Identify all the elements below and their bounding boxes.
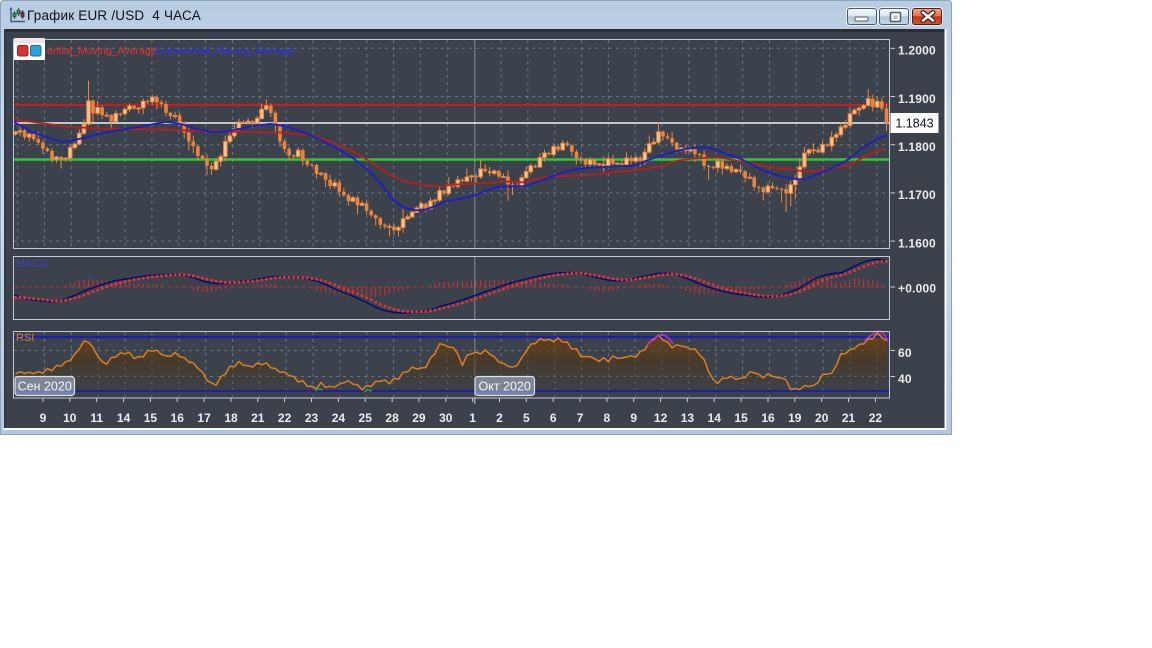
svg-text:23: 23 — [305, 411, 319, 425]
svg-text:1.1700: 1.1700 — [898, 188, 936, 202]
svg-text:1.1800: 1.1800 — [898, 140, 936, 154]
svg-text:8: 8 — [604, 411, 611, 425]
svg-text:16: 16 — [761, 411, 775, 425]
svg-text:15: 15 — [734, 411, 748, 425]
svg-text:1.1600: 1.1600 — [898, 236, 936, 250]
svg-text:2: 2 — [496, 411, 503, 425]
svg-text:1.1843: 1.1843 — [895, 116, 933, 130]
svg-text:1.1900: 1.1900 — [898, 92, 936, 106]
svg-text:18: 18 — [224, 411, 238, 425]
svg-text:9: 9 — [40, 411, 47, 425]
svg-text:28: 28 — [385, 411, 399, 425]
svg-text:12: 12 — [654, 411, 668, 425]
svg-text:15: 15 — [144, 411, 158, 425]
svg-text:19: 19 — [788, 411, 802, 425]
svg-text:14: 14 — [117, 411, 131, 425]
svg-text:6: 6 — [550, 411, 557, 425]
svg-text:Сен 2020: Сен 2020 — [18, 380, 72, 394]
svg-text:17: 17 — [197, 411, 211, 425]
svg-text:21: 21 — [842, 411, 856, 425]
svg-text:9: 9 — [630, 411, 637, 425]
svg-text:22: 22 — [278, 411, 292, 425]
svg-text:21: 21 — [251, 411, 265, 425]
svg-text:29: 29 — [412, 411, 426, 425]
svg-text:24: 24 — [332, 411, 346, 425]
svg-text:MACD: MACD — [16, 258, 48, 270]
svg-text:16: 16 — [171, 411, 185, 425]
svg-text:1.2000: 1.2000 — [898, 44, 936, 58]
svg-text:40: 40 — [898, 372, 912, 386]
svg-text:60: 60 — [898, 346, 912, 360]
svg-text:20: 20 — [815, 411, 829, 425]
svg-text:Окт 2020: Окт 2020 — [479, 380, 531, 394]
svg-text:25: 25 — [359, 411, 373, 425]
svg-text:11: 11 — [90, 411, 103, 425]
svg-text:+0.000: +0.000 — [898, 281, 936, 295]
svg-text:30: 30 — [439, 411, 453, 425]
svg-text:ential_Moving_Average:: ential_Moving_Average: — [47, 45, 159, 57]
svg-text:22: 22 — [869, 411, 883, 425]
svg-text:10: 10 — [63, 411, 77, 425]
svg-text:1: 1 — [469, 411, 476, 425]
svg-text:Exponential_Moving_Average: Exponential_Moving_Average — [155, 45, 294, 57]
svg-text:14: 14 — [708, 411, 722, 425]
svg-text:RSI: RSI — [16, 332, 34, 344]
svg-text:13: 13 — [681, 411, 695, 425]
svg-text:7: 7 — [577, 411, 584, 425]
svg-text:5: 5 — [523, 411, 530, 425]
